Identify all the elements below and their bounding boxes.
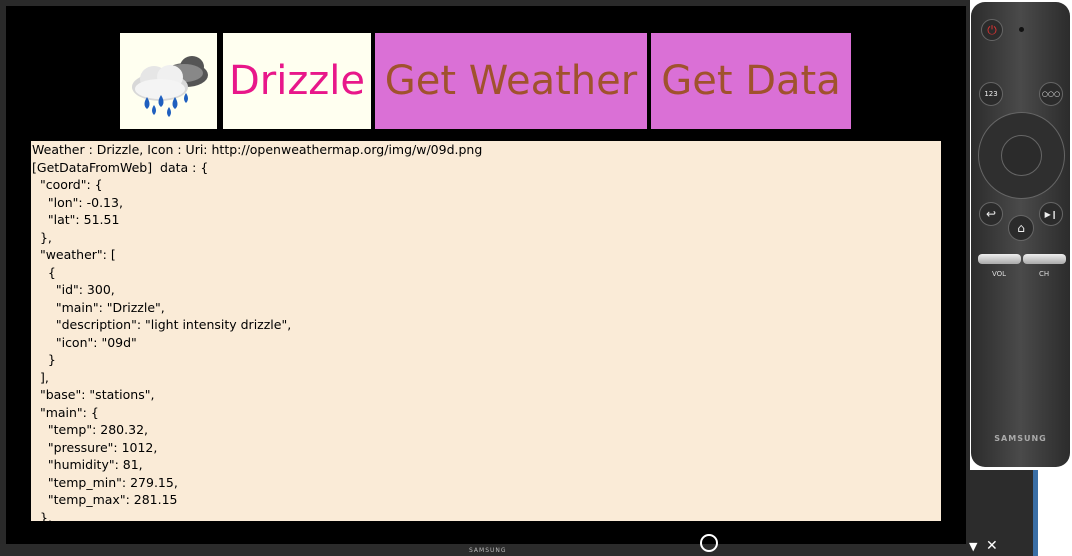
back-button[interactable]: ↩	[979, 202, 1003, 226]
volume-rocker[interactable]	[978, 254, 1021, 264]
pin-icon[interactable]: ▼	[969, 540, 977, 553]
power-button[interactable]: ⏻	[981, 19, 1003, 41]
power-indicator-icon	[700, 534, 718, 552]
get-data-label: Get Data	[661, 58, 841, 104]
condition-tile: Drizzle	[221, 31, 373, 131]
output-text: Weather : Drizzle, Icon : Uri: http://op…	[32, 142, 483, 521]
play-pause-icon: ▶❙	[1044, 209, 1058, 219]
close-icon[interactable]: ✕	[986, 538, 998, 554]
remote-control: ⏻ 123 ○○○ ↩ ▶❙ ⌂ VOL CH SAMSUNG	[971, 2, 1070, 467]
remote-sensor	[1019, 27, 1024, 32]
back-icon: ↩	[985, 207, 997, 221]
numbers-button[interactable]: 123	[979, 82, 1003, 106]
remote-brand: SAMSUNG	[994, 434, 1047, 443]
get-data-button[interactable]: Get Data	[649, 31, 853, 131]
more-button[interactable]: ○○○	[1039, 82, 1063, 106]
window-control-panel	[970, 470, 1033, 556]
accent-strip	[1033, 470, 1038, 556]
more-label: ○○○	[1041, 90, 1061, 98]
tv-screen: Drizzle Get Weather Get Data Weather : D…	[6, 6, 966, 544]
ok-button[interactable]	[1001, 135, 1042, 176]
output-textbox[interactable]: Weather : Drizzle, Icon : Uri: http://op…	[31, 141, 941, 521]
tv-frame: Drizzle Get Weather Get Data Weather : D…	[0, 0, 970, 556]
channel-rocker[interactable]	[1023, 254, 1066, 264]
channel-label: CH	[1039, 270, 1050, 278]
get-weather-label: Get Weather	[384, 58, 638, 104]
power-icon: ⏻	[987, 22, 997, 37]
get-weather-button[interactable]: Get Weather	[373, 31, 649, 131]
numbers-label: 123	[984, 90, 998, 98]
weather-drizzle-icon	[118, 31, 219, 131]
home-button[interactable]: ⌂	[1008, 215, 1034, 241]
condition-label: Drizzle	[228, 58, 366, 104]
tv-brand: SAMSUNG	[469, 547, 507, 554]
home-icon: ⌂	[1017, 221, 1025, 235]
volume-label: VOL	[992, 270, 1007, 278]
play-pause-button[interactable]: ▶❙	[1039, 202, 1063, 226]
